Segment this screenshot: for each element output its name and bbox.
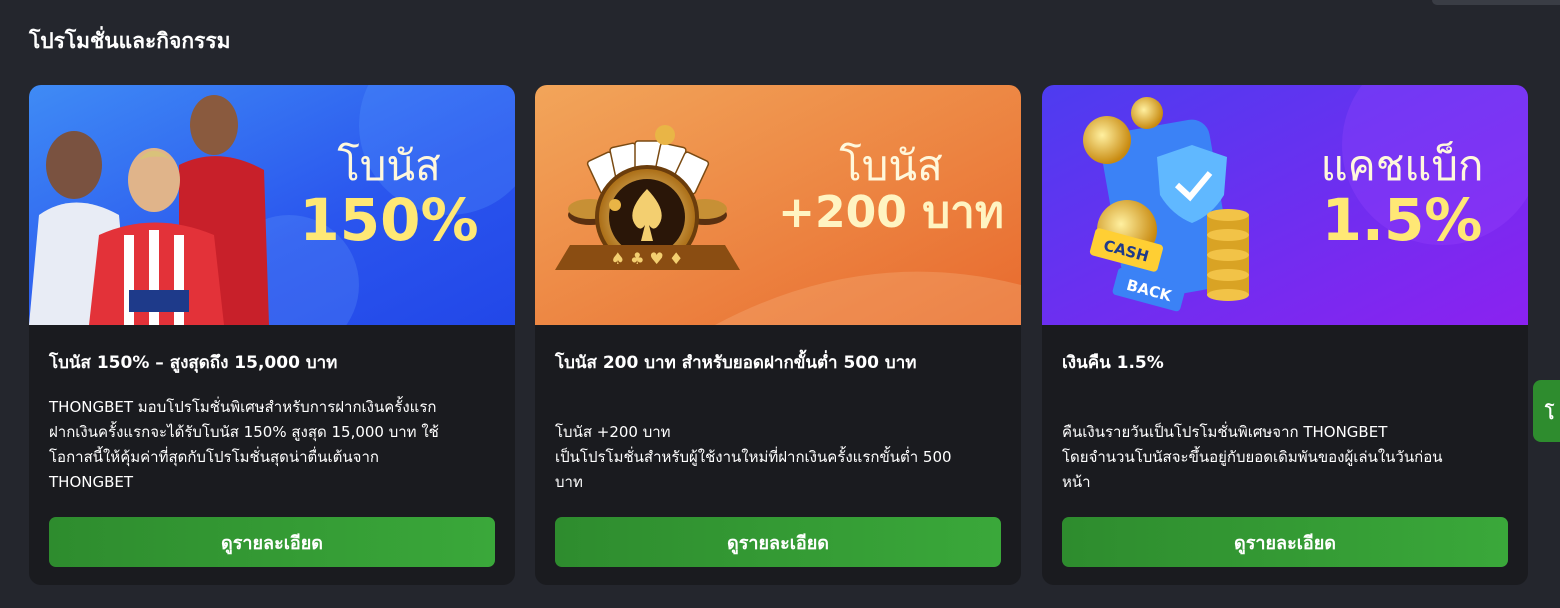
svg-text:♠ ♣ ♥ ♦: ♠ ♣ ♥ ♦ [611,249,684,268]
banner-3-line2: 1.5% [1321,186,1483,255]
card-2-title: โบนัส 200 บาท สำหรับยอดฝากขั้นต่ำ 500 บา… [555,353,917,373]
card-3-title: เงินคืน 1.5% [1062,353,1164,373]
card-2-details-button[interactable]: ดูรายละเอียด [555,517,1001,567]
side-tab-button[interactable]: โ [1533,380,1560,442]
card-2-desc-line: บาท [555,473,583,491]
banner-1-line2: 150% [299,186,479,255]
card-1-body: โบนัส 150% – สูงสุดถึง 15,000 บาท THONGB… [49,325,495,585]
card-1-description: THONGBET มอบโปรโมชั่นพิเศษสำหรับการฝากเง… [49,395,495,495]
card-1-title: โบนัส 150% – สูงสุดถึง 15,000 บาท [49,353,338,373]
card-1-desc-line: THONGBET มอบโปรโมชั่นพิเศษสำหรับการฝากเง… [49,398,437,416]
card-3-desc-line: คืนเงินรายวันเป็นโปรโมชั่นพิเศษจาก THONG… [1062,423,1388,441]
card-1-desc-line: โอกาสนี้ให้คุ้มค่าที่สุดกับโปรโมชั่นสุดน… [49,448,379,466]
top-right-bar [1432,0,1560,5]
promo-banner-2[interactable]: ♠ ♣ ♥ ♦ โบนัส +200 บาท [535,85,1021,325]
card-1-details-button[interactable]: ดูรายละเอียด [49,517,495,567]
promo-banner-3[interactable]: CASH BACK แคชแบ็ก 1.5% [1042,85,1528,325]
promo-card-2: ♠ ♣ ♥ ♦ โบนัส +200 บาท โบนัส 200 บาท สำห… [535,85,1021,585]
promo-banner-1[interactable]: โบนัส 150% [29,85,515,325]
card-2-description: โบนัส +200 บาท เป็นโปรโมชั่นสำหรับผู้ใช้… [555,420,1001,495]
banner-2-line1: โบนัส [839,141,943,190]
banner-3-line1: แคชแบ็ก [1320,141,1484,190]
banner-1-line1: โบนัส [337,141,441,190]
card-3-details-button[interactable]: ดูรายละเอียด [1062,517,1508,567]
card-2-desc-line: เป็นโปรโมชั่นสำหรับผู้ใช้งานใหม่ที่ฝากเง… [555,448,952,466]
card-3-body: เงินคืน 1.5% คืนเงินรายวันเป็นโปรโมชั่นพ… [1062,325,1508,585]
card-1-desc-line: ฝากเงินครั้งแรกจะได้รับโบนัส 150% สูงสุด… [49,423,439,441]
card-3-description: คืนเงินรายวันเป็นโปรโมชั่นพิเศษจาก THONG… [1062,420,1508,495]
card-2-body: โบนัส 200 บาท สำหรับยอดฝากขั้นต่ำ 500 บา… [555,325,1001,585]
promo-cards: โบนัส 150% โบนัส 150% – สูงสุดถึง 15,000… [29,85,1529,585]
card-2-desc-line: โบนัส +200 บาท [555,423,671,441]
card-3-desc-line: โดยจำนวนโบนัสจะขึ้นอยู่กับยอดเดิมพันของผ… [1062,448,1443,466]
card-3-desc-line: หน้า [1062,473,1091,491]
promo-card-1: โบนัส 150% โบนัส 150% – สูงสุดถึง 15,000… [29,85,515,585]
banner-2-line2: +200 บาท [778,187,1004,239]
promo-card-3: CASH BACK แคชแบ็ก 1.5% เงินคืน 1.5% คืนเ… [1042,85,1528,585]
card-1-desc-line: THONGBET [49,473,134,491]
section-title: โปรโมชั่นและกิจกรรม [29,29,231,53]
